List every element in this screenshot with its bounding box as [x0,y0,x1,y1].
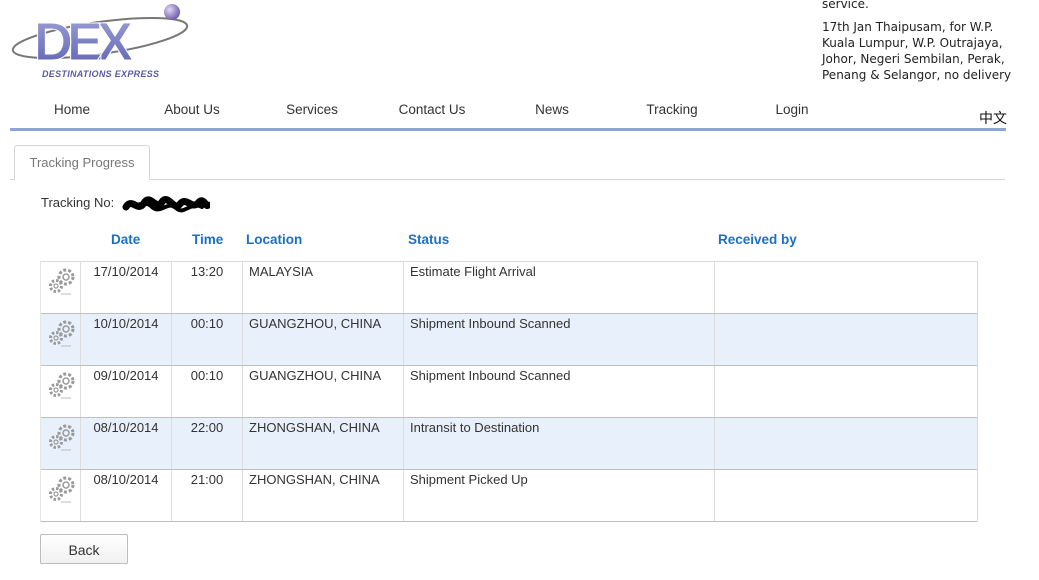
cell-time: 13:20 [172,262,243,313]
main-nav: Home About Us Services Contact Us News T… [10,96,1006,131]
gears-icon [49,268,75,295]
header-received-by: Received by [718,232,797,247]
nav-login[interactable]: Login [747,102,837,117]
cell-received-by [715,366,976,417]
cell-location: GUANGZHOU, CHINA [243,366,404,417]
nav-news[interactable]: News [507,102,597,117]
table-row: 17/10/2014 13:20 MALAYSIA Estimate Fligh… [41,262,977,314]
cell-received-by [715,470,976,521]
cell-time: 21:00 [172,470,243,521]
tab-tracking-progress[interactable]: Tracking Progress [14,145,150,180]
cell-date: 17/10/2014 [81,262,172,313]
redacted-tracking-number [122,196,210,213]
cell-date: 08/10/2014 [81,418,172,469]
cell-received-by [715,314,976,365]
header-status: Status [408,232,450,247]
nav-tracking[interactable]: Tracking [627,102,717,117]
cell-date: 10/10/2014 [81,314,172,365]
table-row: 09/10/2014 00:10 GUANGZHOU, CHINA Shipme… [41,366,977,418]
cell-status: Intransit to Destination [404,418,715,469]
notice-line-2: 17th Jan Thaipusam, for W.P. Kuala Lumpu… [822,20,1012,82]
header-location: Location [246,232,303,247]
header-date: Date [111,232,141,247]
cell-location: MALAYSIA [243,262,404,313]
dex-logo[interactable]: DEX DESTINATIONS EXPRESS [10,2,190,82]
table-row: 08/10/2014 21:00 ZHONGSHAN, CHINA Shipme… [41,470,977,522]
cell-time: 22:00 [172,418,243,469]
cell-status: Estimate Flight Arrival [404,262,715,313]
gears-icon [49,320,75,347]
tracking-number-label: Tracking No: [41,195,115,210]
cell-received-by [715,262,976,313]
nav-home[interactable]: Home [27,102,117,117]
cell-time: 00:10 [172,366,243,417]
cell-location: ZHONGSHAN, CHINA [243,418,404,469]
cell-status: Shipment Picked Up [404,470,715,521]
cell-received-by [715,418,976,469]
cell-time: 00:10 [172,314,243,365]
nav-contact-us[interactable]: Contact Us [387,102,477,117]
tracking-table: 17/10/2014 13:20 MALAYSIA Estimate Fligh… [40,261,978,522]
cell-location: ZHONGSHAN, CHINA [243,470,404,521]
gears-icon [49,424,75,451]
cell-status: Shipment Inbound Scanned [404,366,715,417]
back-button[interactable]: Back [40,534,128,564]
cell-date: 09/10/2014 [81,366,172,417]
gears-icon [49,476,75,503]
cell-location: GUANGZHOU, CHINA [243,314,404,365]
svg-text:DEX: DEX [34,12,133,72]
tab-bar: Tracking Progress [10,144,1005,180]
nav-services[interactable]: Services [267,102,357,117]
header-time: Time [192,232,224,247]
cell-date: 08/10/2014 [81,470,172,521]
table-row: 10/10/2014 00:10 GUANGZHOU, CHINA Shipme… [41,314,977,366]
table-row: 08/10/2014 22:00 ZHONGSHAN, CHINA Intran… [41,418,977,470]
logo-subtitle: DESTINATIONS EXPRESS [42,69,160,79]
language-switch-link[interactable]: 中文 [979,108,1007,128]
notice-panel: service. 17th Jan Thaipusam, for W.P. Ku… [822,0,1012,90]
nav-about-us[interactable]: About Us [147,102,237,117]
notice-line-1: service. [822,0,869,11]
cell-status: Shipment Inbound Scanned [404,314,715,365]
gears-icon [49,372,75,399]
